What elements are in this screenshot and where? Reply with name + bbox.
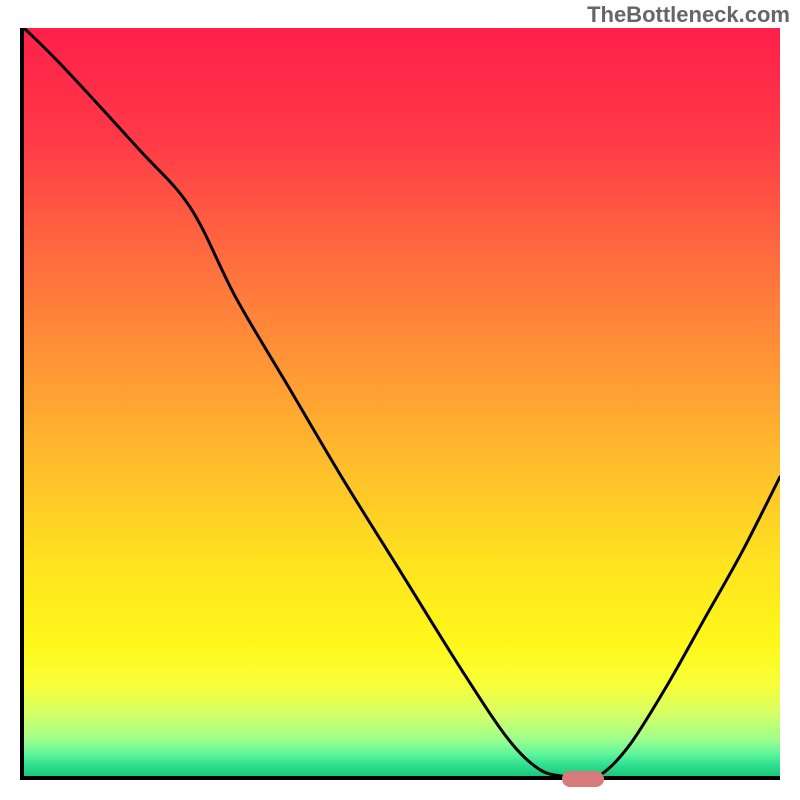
plot-area [20, 28, 780, 780]
optimal-marker [562, 771, 604, 787]
watermark-text: TheBottleneck.com [587, 2, 790, 28]
bottleneck-curve [24, 28, 780, 776]
